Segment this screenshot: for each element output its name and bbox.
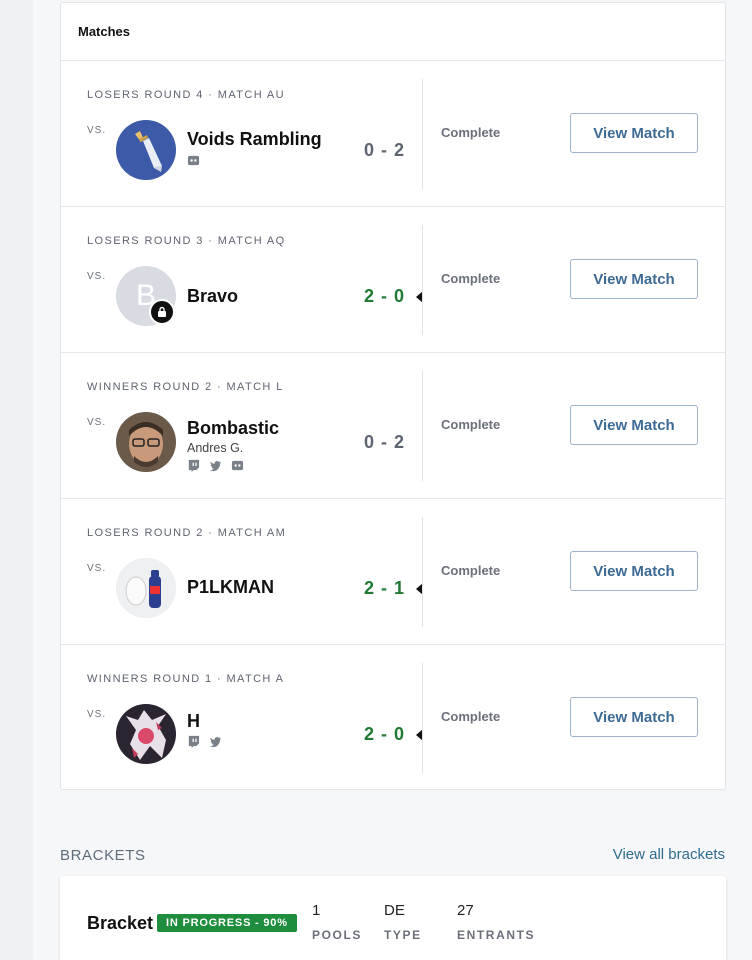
match-status: Complete [441, 563, 501, 578]
entrants-stat: 27 ENTRANTS [457, 902, 535, 942]
row-divider [422, 79, 423, 189]
status-badge: IN PROGRESS - 90% [157, 914, 297, 932]
anime-art-avatar-icon [116, 704, 176, 764]
left-background-strip [0, 0, 33, 960]
social-links [187, 735, 222, 748]
matches-card-title: Matches [61, 3, 725, 61]
view-match-button[interactable]: View Match [570, 697, 698, 737]
row-divider [422, 371, 423, 481]
avatar[interactable]: B [116, 266, 176, 326]
vs-label: VS. [87, 709, 107, 720]
vs-label: VS. [87, 563, 107, 574]
avatar[interactable] [116, 704, 176, 764]
view-all-brackets-link[interactable]: View all brackets [613, 846, 725, 863]
opponent-real-name: Andres G. [187, 441, 244, 455]
bottles-avatar-icon [116, 558, 176, 618]
stat-label: POOLS [312, 928, 363, 942]
opponent-name[interactable]: H [187, 711, 200, 732]
view-match-button[interactable]: View Match [570, 405, 698, 445]
avatar[interactable] [116, 120, 176, 180]
match-round-label: WINNERS ROUND 1 · MATCH A [87, 673, 285, 685]
vs-label: VS. [87, 417, 107, 428]
match-score: 2 - 0 [363, 286, 405, 306]
match-status: Complete [441, 417, 501, 432]
match-score: 2 - 1 [363, 578, 405, 598]
row-divider [422, 663, 423, 773]
discord-icon[interactable] [231, 459, 244, 472]
avatar[interactable] [116, 412, 176, 472]
stat-value: 1 [312, 902, 321, 919]
pools-stat: 1 POOLS [312, 902, 362, 942]
stat-label: ENTRANTS [457, 928, 536, 942]
discord-icon[interactable] [187, 154, 200, 167]
social-links [187, 459, 244, 472]
match-score: 0 - 2 [363, 432, 405, 452]
match-round-label: LOSERS ROUND 3 · MATCH AQ [87, 235, 286, 247]
view-match-button[interactable]: View Match [570, 551, 698, 591]
brackets-section-title: BRACKETS [60, 847, 146, 864]
match-round-label: LOSERS ROUND 2 · MATCH AM [87, 527, 287, 539]
match-score: 0 - 2 [363, 140, 405, 160]
match-status: Complete [441, 125, 501, 140]
avatar[interactable] [116, 558, 176, 618]
match-row: LOSERS ROUND 4 · MATCH AU VS. Voids Ramb… [61, 61, 725, 207]
match-row: WINNERS ROUND 1 · MATCH A VS. H 2 - 0 Co… [61, 645, 725, 791]
match-row: LOSERS ROUND 2 · MATCH AM VS. P1LKMAN 2 … [61, 499, 725, 645]
person-photo-avatar-icon [116, 412, 176, 472]
match-row: LOSERS ROUND 3 · MATCH AQ VS. B Bravo 2 … [61, 207, 725, 353]
opponent-name[interactable]: Voids Rambling [187, 129, 322, 150]
match-status: Complete [441, 271, 501, 286]
match-round-label: WINNERS ROUND 2 · MATCH L [87, 381, 284, 393]
stat-value: 27 [457, 902, 474, 919]
twitch-icon[interactable] [187, 735, 200, 748]
social-links [187, 154, 200, 167]
type-stat: DE TYPE [384, 902, 422, 942]
view-match-button[interactable]: View Match [570, 259, 698, 299]
opponent-name[interactable]: Bravo [187, 286, 238, 307]
twitter-icon[interactable] [209, 735, 222, 748]
bracket-name[interactable]: Bracket [87, 913, 153, 934]
bracket-card[interactable]: Bracket IN PROGRESS - 90% 1 POOLS DE TYP… [60, 876, 726, 960]
match-score: 2 - 0 [363, 724, 405, 744]
stat-label: TYPE [384, 928, 422, 942]
twitter-icon[interactable] [209, 459, 222, 472]
match-status: Complete [441, 709, 501, 724]
sword-avatar-icon [116, 120, 176, 180]
match-round-label: LOSERS ROUND 4 · MATCH AU [87, 89, 285, 101]
opponent-name[interactable]: P1LKMAN [187, 577, 274, 598]
match-row: WINNERS ROUND 2 · MATCH L VS. Bombastic … [61, 353, 725, 499]
view-match-button[interactable]: View Match [570, 113, 698, 153]
matches-card: Matches LOSERS ROUND 4 · MATCH AU VS. Vo… [60, 2, 726, 790]
lock-icon [149, 299, 175, 325]
vs-label: VS. [87, 125, 107, 136]
opponent-name[interactable]: Bombastic [187, 418, 279, 439]
row-divider [422, 225, 423, 335]
vs-label: VS. [87, 271, 107, 282]
twitch-icon[interactable] [187, 459, 200, 472]
row-divider [422, 517, 423, 627]
stat-value: DE [384, 902, 405, 919]
